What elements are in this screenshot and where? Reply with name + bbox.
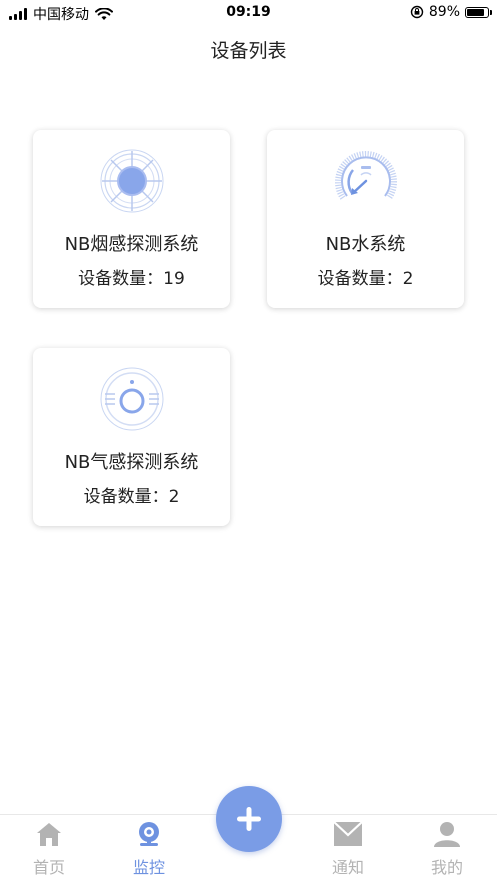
tab-notifications[interactable]: 通知 bbox=[313, 821, 383, 878]
plus-icon bbox=[237, 807, 261, 831]
mail-icon bbox=[333, 821, 363, 846]
tab-label: 监控 bbox=[132, 858, 165, 877]
device-count: 设备数量：19 bbox=[78, 269, 185, 289]
device-name: NB烟感探测系统 bbox=[64, 234, 199, 255]
orientation-lock-icon bbox=[410, 5, 424, 19]
water-gauge-icon bbox=[334, 151, 397, 200]
gas-detector-icon bbox=[100, 367, 163, 431]
device-count: 设备数量：2 bbox=[83, 487, 180, 507]
tab-label: 通知 bbox=[331, 858, 364, 877]
device-name: NB水系统 bbox=[325, 234, 406, 255]
camera-icon bbox=[139, 822, 159, 846]
tab-home[interactable]: 首页 bbox=[14, 821, 84, 878]
smoke-detector-icon bbox=[100, 149, 163, 213]
battery-percent: 89% bbox=[428, 4, 460, 20]
page-title: 设备列表 bbox=[210, 40, 287, 62]
device-count: 设备数量：2 bbox=[317, 269, 414, 289]
tab-profile[interactable]: 我的 bbox=[412, 821, 482, 878]
device-card-smoke[interactable]: NB烟感探测系统 设备数量：19 bbox=[33, 130, 230, 308]
home-icon bbox=[37, 823, 61, 846]
tab-label: 首页 bbox=[32, 858, 65, 877]
tab-monitor[interactable]: 监控 bbox=[114, 821, 184, 878]
device-card-gas[interactable]: NB气感探测系统 设备数量：2 bbox=[33, 348, 230, 526]
status-bar: 中国移动 09:19 89% bbox=[0, 0, 497, 26]
device-name: NB气感探测系统 bbox=[64, 452, 199, 473]
battery-icon bbox=[465, 6, 492, 18]
device-card-water[interactable]: NB水系统 设备数量：2 bbox=[267, 130, 464, 308]
user-icon bbox=[434, 822, 460, 847]
add-device-button[interactable] bbox=[216, 786, 282, 852]
tab-label: 我的 bbox=[430, 858, 463, 877]
